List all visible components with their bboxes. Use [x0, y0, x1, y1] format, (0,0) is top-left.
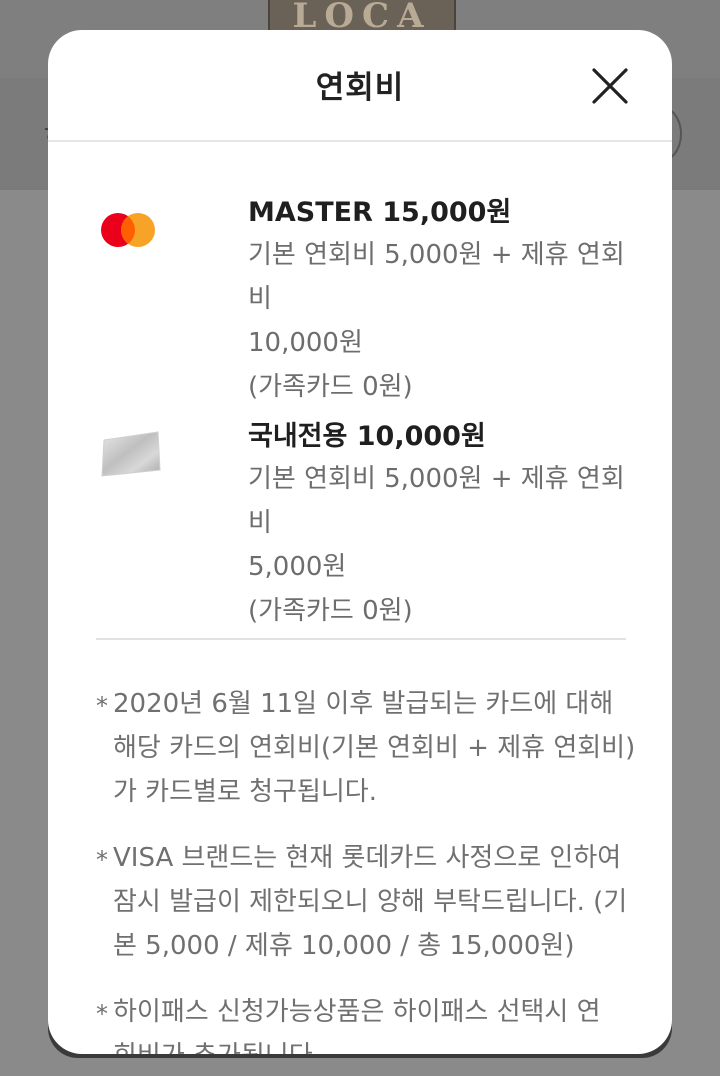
card-fee-desc-line: 기본 연회비 5,000원 + 제휴 연회비	[248, 464, 625, 538]
card-fee-text: MASTER 15,000원 기본 연회비 5,000원 + 제휴 연회비 10…	[248, 190, 648, 409]
note-line: VISA 브랜드는 현재 롯데카드 사정으로 인하여	[113, 843, 622, 873]
domestic-card-icon	[98, 426, 164, 490]
asterisk-marker: *	[96, 1000, 108, 1028]
section-divider	[96, 638, 626, 640]
note-line: 가 카드별로 청구됩니다.	[113, 777, 377, 807]
card-fee-desc-line: (가족카드 0원)	[248, 596, 413, 626]
card-fee-desc-line: (가족카드 0원)	[248, 372, 413, 402]
note-item: * 2020년 6월 11일 이후 발급되는 카드에 대해 해당 카드의 연회비…	[96, 682, 636, 814]
close-icon	[592, 68, 628, 104]
card-fee-title: 국내전용 10,000원	[248, 421, 486, 452]
modal-title: 연회비	[315, 70, 405, 106]
card-fee-desc-line: 기본 연회비 5,000원 + 제휴 연회비	[248, 240, 625, 314]
asterisk-marker: *	[96, 846, 108, 874]
note-line: 잠시 발급이 제한되오니 양해 부탁드립니다. (기	[113, 887, 628, 917]
mastercard-logo-icon	[98, 210, 162, 254]
note-line: 회비가 추가됩니다.	[113, 1034, 636, 1054]
asterisk-marker: *	[96, 692, 108, 720]
close-button[interactable]	[588, 64, 632, 108]
note-line: 하이패스 신청가능상품은 하이패스 선택시 연	[113, 997, 601, 1027]
note-line: 해당 카드의 연회비(기본 연회비 + 제휴 연회비)	[113, 733, 636, 763]
notes-list: * 2020년 6월 11일 이후 발급되는 카드에 대해 해당 카드의 연회비…	[96, 682, 636, 1054]
card-fee-desc-line: 10,000원	[248, 328, 363, 358]
card-fee-text: 국내전용 10,000원 기본 연회비 5,000원 + 제휴 연회비 5,00…	[248, 414, 648, 633]
modal-header: 연회비	[48, 30, 672, 142]
note-item: * 하이패스 신청가능상품은 하이패스 선택시 연 회비가 추가됩니다.	[96, 990, 636, 1054]
card-fee-desc-line: 5,000원	[248, 552, 347, 582]
note-item: * VISA 브랜드는 현재 롯데카드 사정으로 인하여 잠시 발급이 제한되오…	[96, 836, 636, 968]
card-fee-title: MASTER 15,000원	[248, 197, 512, 228]
note-line: 2020년 6월 11일 이후 발급되는 카드에 대해	[113, 689, 614, 719]
note-line: 본 5,000 / 제휴 10,000 / 총 15,000원)	[113, 931, 575, 961]
annual-fee-modal: 연회비 MASTER 15,000원 기본 연회비 5,000원 + 제휴 연회…	[48, 30, 672, 1054]
